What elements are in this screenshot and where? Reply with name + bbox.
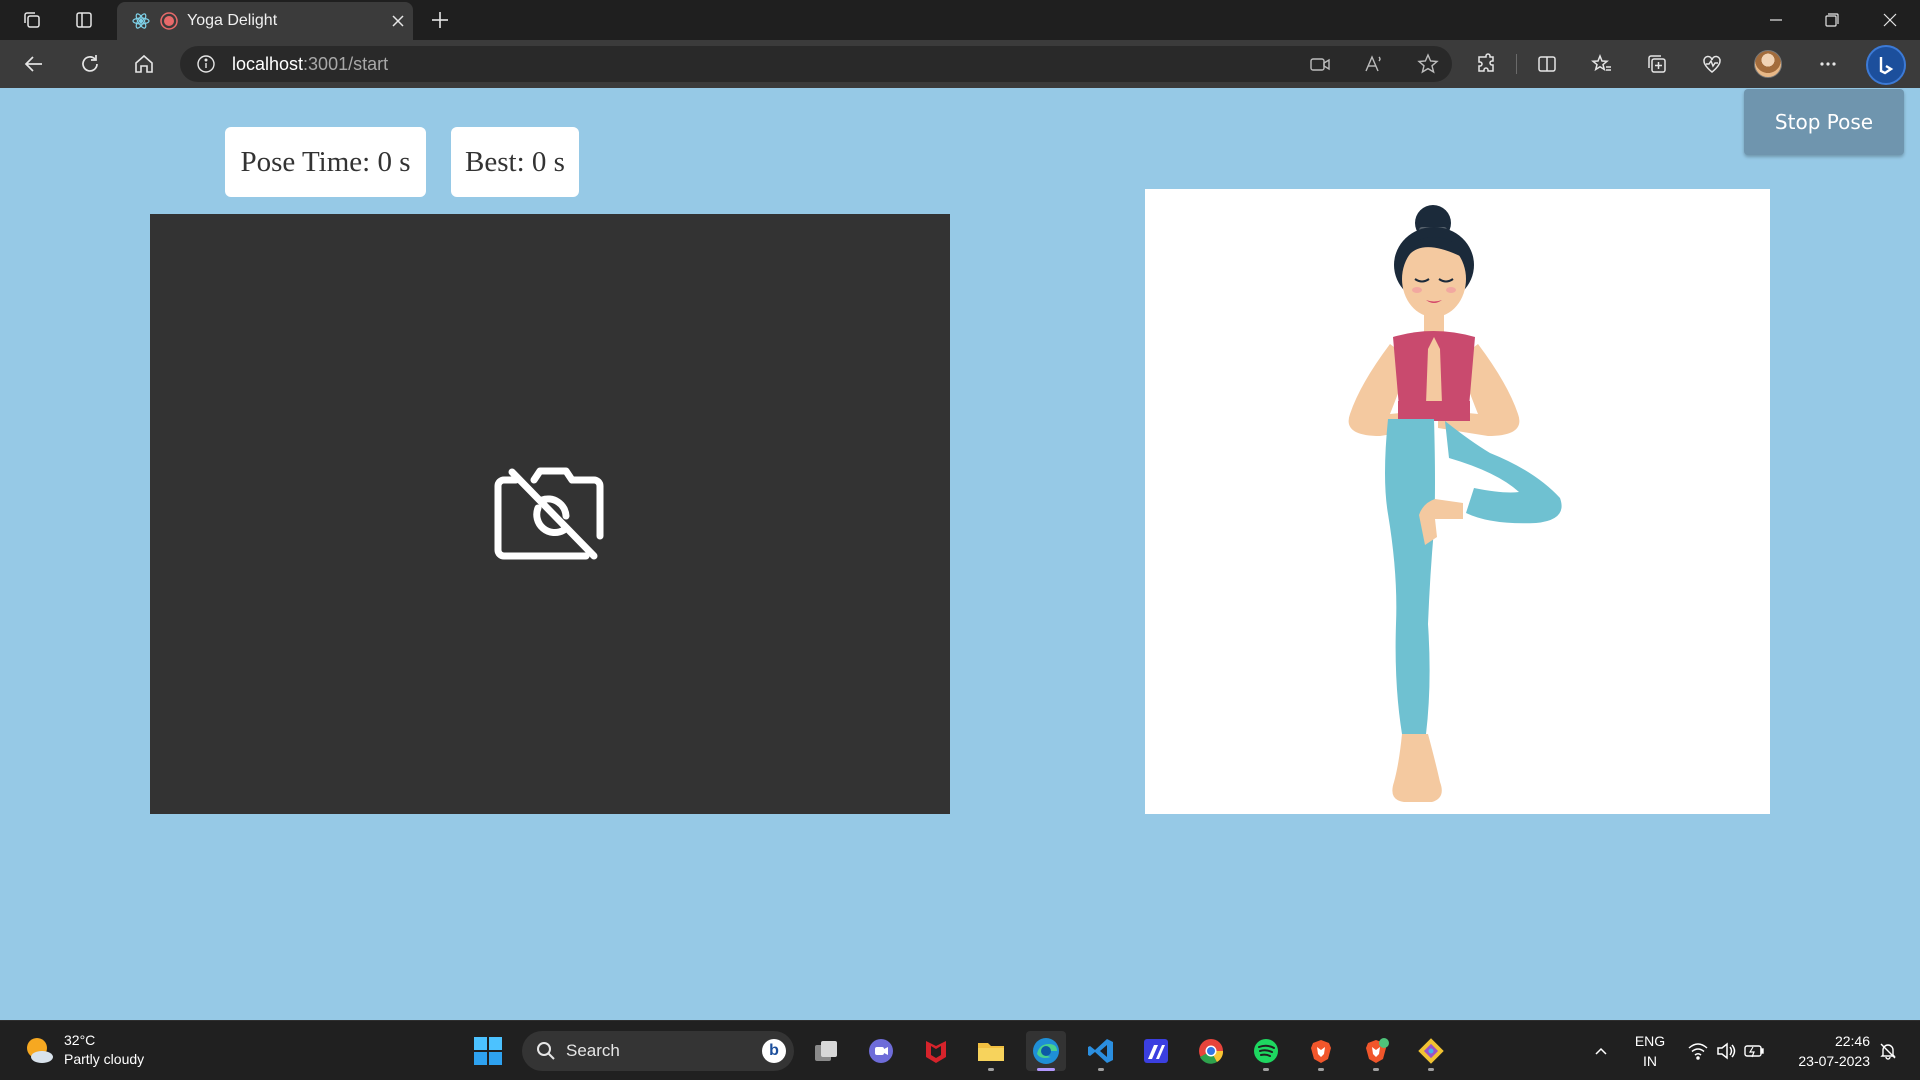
system-clock[interactable]: 22:46 23-07-2023 (1780, 1031, 1870, 1071)
wifi-icon[interactable] (1684, 1021, 1712, 1080)
volume-icon[interactable] (1712, 1021, 1740, 1080)
extensions-icon[interactable] (1466, 44, 1506, 84)
url-host: localhost (232, 53, 304, 74)
pose-time-display: Pose Time: 0 s (225, 127, 426, 197)
recording-icon (159, 11, 179, 31)
workspaces-icon[interactable] (12, 0, 52, 40)
back-icon[interactable] (14, 44, 54, 84)
brave-beta-icon[interactable] (1356, 1031, 1396, 1071)
close-tab-icon[interactable] (383, 14, 413, 28)
running-indicator (1263, 1068, 1269, 1071)
task-view-icon[interactable] (806, 1031, 846, 1071)
reload-icon[interactable] (70, 44, 110, 84)
clock-time: 22:46 (1834, 1033, 1870, 1049)
file-explorer-icon[interactable] (971, 1031, 1011, 1071)
stop-pose-button[interactable]: Stop Pose (1744, 89, 1904, 155)
running-indicator (1373, 1068, 1379, 1071)
running-indicator (1428, 1068, 1434, 1071)
bing-search-icon[interactable]: b (762, 1039, 786, 1063)
minimize-icon[interactable] (1748, 0, 1804, 40)
browser-essentials-icon[interactable] (1692, 44, 1732, 84)
chrome-icon[interactable] (1191, 1031, 1231, 1071)
weather-widget[interactable]: 32°C Partly cloudy (24, 1031, 144, 1069)
language-indicator[interactable]: ENG IN (1630, 1031, 1670, 1071)
edge-browser-icon[interactable] (1026, 1031, 1066, 1071)
partly-cloudy-icon (24, 1035, 54, 1065)
running-indicator (988, 1068, 994, 1071)
spotify-icon[interactable] (1246, 1031, 1286, 1071)
search-placeholder: Search (566, 1041, 620, 1060)
notifications-icon[interactable] (1874, 1021, 1902, 1080)
browser-toolbar: localhost:3001/start (0, 40, 1920, 88)
site-info-icon[interactable] (196, 54, 216, 74)
favorites-icon[interactable] (1582, 44, 1622, 84)
best-time-display: Best: 0 s (451, 127, 579, 197)
brave-icon[interactable] (1301, 1031, 1341, 1071)
active-indicator (1037, 1068, 1055, 1071)
app-icon-blue[interactable] (1136, 1031, 1176, 1071)
profile-avatar[interactable] (1748, 44, 1788, 84)
weather-description: Partly cloudy (64, 1051, 145, 1067)
tree-pose-illustration (1348, 205, 1562, 802)
home-icon[interactable] (124, 44, 164, 84)
battery-icon[interactable] (1740, 1021, 1768, 1080)
read-aloud-icon[interactable] (1354, 46, 1394, 82)
react-icon (131, 11, 151, 31)
favorite-star-icon[interactable] (1408, 46, 1448, 82)
weather-temperature: 32°C (64, 1032, 96, 1048)
collections-icon[interactable] (1637, 44, 1677, 84)
taskbar-search[interactable]: Search b (522, 1031, 794, 1071)
webcam-feed (150, 214, 950, 814)
show-hidden-icons[interactable] (1588, 1021, 1614, 1080)
language-code: ENG (1634, 1033, 1666, 1049)
start-button[interactable] (468, 1031, 508, 1071)
split-screen-icon[interactable] (1527, 44, 1567, 84)
address-input[interactable]: localhost:3001/start (180, 46, 1452, 82)
running-indicator (1098, 1068, 1104, 1071)
vscode-icon[interactable] (1081, 1031, 1121, 1071)
url-path: :3001/start (303, 53, 389, 74)
windows-taskbar: 32°C Partly cloudy Search b ENG IN 22:46… (0, 1020, 1920, 1080)
restore-icon[interactable] (1804, 0, 1860, 40)
clock-date: 23-07-2023 (1798, 1053, 1870, 1069)
browser-titlebar: Yoga Delight (0, 0, 1920, 40)
close-window-icon[interactable] (1862, 0, 1918, 40)
camera-permission-icon[interactable] (1300, 46, 1340, 82)
camera-off-icon (494, 466, 608, 567)
more-options-icon[interactable] (1808, 44, 1848, 84)
tab-title: Yoga Delight (187, 12, 278, 29)
pose-reference-panel (1145, 189, 1770, 814)
running-indicator (1318, 1068, 1324, 1071)
tab-yoga-delight[interactable]: Yoga Delight (117, 2, 413, 40)
bing-copilot-icon[interactable] (1866, 45, 1906, 85)
avatar (1754, 50, 1782, 78)
toolbar-divider (1516, 54, 1517, 74)
search-icon (536, 1041, 556, 1061)
language-region: IN (1643, 1053, 1657, 1069)
git-gui-icon[interactable] (1411, 1031, 1451, 1071)
mcafee-icon[interactable] (916, 1031, 956, 1071)
tab-actions-icon[interactable] (64, 0, 104, 40)
teams-chat-icon[interactable] (861, 1031, 901, 1071)
new-tab-icon[interactable] (420, 0, 460, 40)
